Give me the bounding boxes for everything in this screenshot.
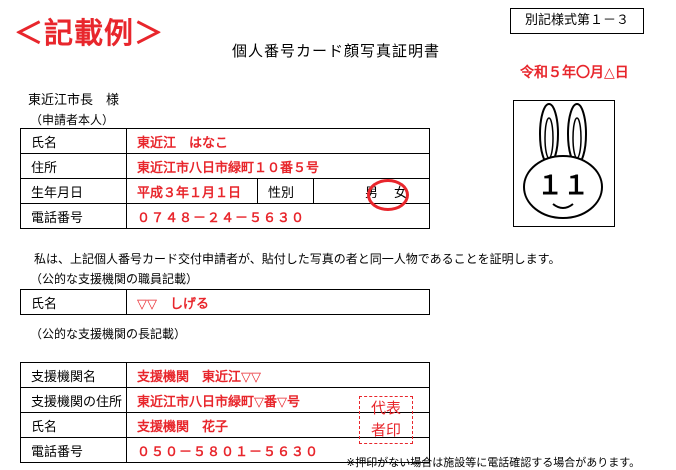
birthdate-label: 生年月日 (20, 178, 127, 204)
applicant-section-label: （申請者本人） (30, 113, 115, 127)
sample-label: ＜記載例＞ (14, 16, 165, 50)
sex-label: 性別 (257, 178, 314, 204)
org-label: 支援機関名 (20, 362, 127, 388)
photo-frame: １１ (513, 100, 615, 227)
address-value: 東近江市八日市緑町１０番５号 (126, 153, 430, 179)
table-row: 氏名 ▽▽ しげる (20, 289, 430, 315)
mascot-digits: １１ (537, 171, 589, 201)
name-value: 東近江 はなこ (126, 128, 430, 154)
seal-line-1: 代表 (370, 399, 401, 417)
staff-section-label: （公的な支援機関の職員記載） (30, 272, 199, 286)
org-phone-label: 電話番号 (20, 437, 127, 463)
rabbit-mascot-icon: １１ (523, 103, 603, 219)
staff-name-label: 氏名 (20, 289, 127, 315)
address-label: 住所 (20, 153, 127, 179)
phone-label: 電話番号 (20, 203, 127, 229)
issue-date: 令和５年〇月△日 (520, 65, 629, 81)
form-number-box: 別記様式第１－３ (510, 8, 644, 34)
name-label: 氏名 (20, 128, 127, 154)
org-value: 支援機関 東近江▽▽ (126, 362, 430, 388)
birthdate-value: 平成３年１月１日 (126, 178, 258, 204)
applicant-table: 氏名 東近江 はなこ 住所 東近江市八日市緑町１０番５号 生年月日 平成３年１月… (20, 128, 430, 229)
head-name-label: 氏名 (20, 412, 127, 438)
table-row: 電話番号 ０７４８－２４－５６３０ (20, 203, 430, 229)
staff-table: 氏名 ▽▽ しげる (20, 289, 430, 315)
certification-statement: 私は、上記個人番号カード交付申請者が、貼付した写真の者と同一人物であることを証明… (34, 252, 561, 266)
table-row: 住所 東近江市八日市緑町１０番５号 (20, 153, 430, 179)
addressee: 東近江市長 様 (28, 93, 120, 108)
seal-line-2: 者印 (370, 421, 401, 439)
org-address-label: 支援機関の住所 (20, 387, 127, 413)
staff-name-value: ▽▽ しげる (126, 289, 430, 315)
document-title: 個人番号カード顔写真証明書 (232, 42, 441, 60)
representative-seal: 代表 者印 (359, 396, 413, 444)
sex-selection-circle (367, 179, 409, 211)
table-row: 氏名 東近江 はなこ (20, 128, 430, 154)
institution-section-label: （公的な支援機関の長記載） (30, 327, 187, 341)
table-row: 支援機関名 支援機関 東近江▽▽ (20, 362, 430, 388)
